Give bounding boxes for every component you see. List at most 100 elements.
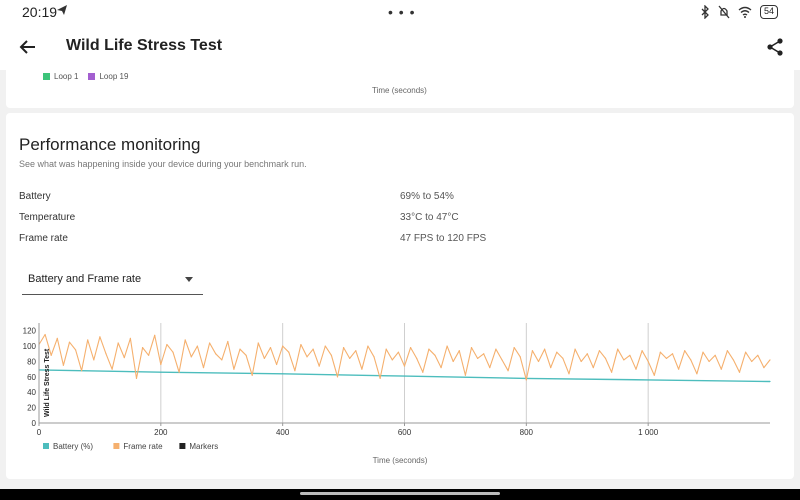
- home-handle[interactable]: [300, 492, 500, 495]
- frame-rate-point: [617, 348, 619, 350]
- telegram-icon: [57, 5, 67, 15]
- x-tick-label: 400: [276, 428, 290, 437]
- share-icon[interactable]: [766, 37, 784, 57]
- frame-rate-point: [738, 371, 741, 373]
- frame-rate-point: [239, 348, 241, 350]
- frame-rate-point: [245, 354, 247, 356]
- frame-rate-point: [300, 343, 302, 346]
- frame-rate-point: [391, 359, 393, 361]
- frame-rate-point: [355, 350, 357, 352]
- frame-rate-point: [129, 337, 131, 339]
- battery-point: [647, 379, 649, 381]
- frame-rate-point: [44, 333, 46, 336]
- battery-point: [160, 371, 162, 373]
- frame-rate-point: [586, 353, 588, 355]
- frame-rate-point: [403, 365, 406, 367]
- frame-rate-point: [93, 359, 95, 361]
- frame-rate-point: [215, 353, 217, 355]
- frame-rate-point: [477, 357, 479, 359]
- frame-rate-point: [483, 353, 485, 355]
- frame-rate-point: [294, 370, 296, 372]
- frame-rate-point: [714, 354, 716, 356]
- x-axis-caption: Time (seconds): [373, 456, 428, 465]
- frame-rate-point: [349, 357, 351, 359]
- frame-rate-point: [385, 348, 387, 350]
- frame-rate-point: [117, 342, 119, 344]
- x-tick-label: 600: [398, 428, 412, 437]
- frame-rate-point: [519, 356, 521, 358]
- frame-rate-point: [720, 368, 722, 370]
- y-tick-label: 60: [27, 373, 36, 382]
- frame-rate-point: [336, 376, 339, 378]
- legend-swatch: [113, 443, 120, 449]
- page-title: Wild Life Stress Test: [66, 37, 223, 54]
- wifi-icon: [738, 6, 752, 18]
- frame-rate-point: [409, 347, 412, 349]
- frame-rate-point: [160, 363, 162, 366]
- legend-label: Loop 1: [54, 72, 79, 81]
- frame-rate-point: [653, 374, 655, 376]
- frame-rate-point: [525, 379, 527, 381]
- frame-rate-point: [373, 356, 375, 358]
- frame-rate-point: [537, 360, 540, 363]
- frame-rate-point: [397, 351, 400, 353]
- x-tick-label: 200: [154, 428, 168, 437]
- status-bar: 20:19 • • • 54: [0, 0, 800, 24]
- y-tick-label: 40: [27, 388, 36, 397]
- frame-rate-point: [458, 350, 460, 352]
- y-tick-label: 80: [27, 357, 36, 366]
- frame-rate-point: [233, 368, 235, 370]
- frame-rate-point: [647, 360, 649, 363]
- frame-rate-point: [318, 365, 320, 367]
- frame-rate-point: [757, 354, 759, 356]
- frame-rate-point: [202, 367, 205, 369]
- frame-rate-point: [208, 342, 211, 344]
- frame-rate-point: [696, 373, 698, 375]
- frame-rate-point: [544, 348, 546, 350]
- frame-rate-point: [769, 359, 771, 361]
- frame-rate-point: [635, 368, 637, 370]
- legend-swatch: [179, 443, 186, 449]
- frame-rate-point: [221, 359, 223, 361]
- frame-rate-point: [99, 336, 101, 338]
- chart-type-dropdown[interactable]: Battery and Frame rate: [22, 265, 203, 295]
- previous-chart-legend: Loop 1 Loop 19: [43, 72, 128, 81]
- metric-label-battery: Battery: [19, 191, 51, 202]
- frame-rate-point: [434, 354, 436, 356]
- legend-item-loop-19[interactable]: Loop 19: [88, 72, 128, 81]
- frame-rate-point: [678, 368, 680, 370]
- frame-rate-point: [671, 353, 674, 355]
- legend-item-loop-1[interactable]: Loop 1: [43, 72, 78, 81]
- performance-monitoring-card: Performance monitoring See what was happ…: [6, 113, 794, 479]
- back-arrow-icon[interactable]: [18, 37, 38, 57]
- app-bar: Wild Life Stress Test: [0, 24, 800, 70]
- frame-rate-point: [416, 357, 418, 359]
- frame-rate-point: [288, 351, 290, 353]
- section-subtitle: See what was happening inside your devic…: [19, 159, 307, 169]
- frame-rate-point: [574, 348, 576, 350]
- frame-rate-point: [690, 359, 692, 361]
- frame-rate-point: [440, 367, 442, 369]
- frame-rate-point: [141, 347, 144, 349]
- frame-rate-point: [178, 371, 180, 373]
- frame-rate-point: [111, 368, 113, 370]
- frame-rate-point: [665, 357, 668, 359]
- frame-rate-point: [81, 370, 83, 372]
- battery-icon: 54: [759, 5, 778, 19]
- frame-rate-point: [659, 351, 661, 353]
- frame-rate-point: [464, 374, 467, 376]
- frame-rate-point: [623, 359, 625, 361]
- frame-rate-point: [379, 377, 381, 379]
- legend-label: Battery (%): [53, 442, 93, 451]
- frame-rate-point: [745, 351, 747, 353]
- y-axis-label: Wild Life Stress Test: [44, 348, 51, 417]
- frame-rate-point: [342, 347, 345, 349]
- metric-value-battery: 69% to 54%: [400, 191, 454, 202]
- x-tick-label: 0: [37, 428, 42, 437]
- frame-rate-point: [282, 345, 284, 347]
- frame-rate-point: [684, 350, 686, 352]
- x-tick-label: 800: [520, 428, 534, 437]
- bluetooth-icon: [701, 5, 709, 19]
- frame-rate-point: [446, 345, 448, 347]
- frame-rate-point: [604, 357, 607, 359]
